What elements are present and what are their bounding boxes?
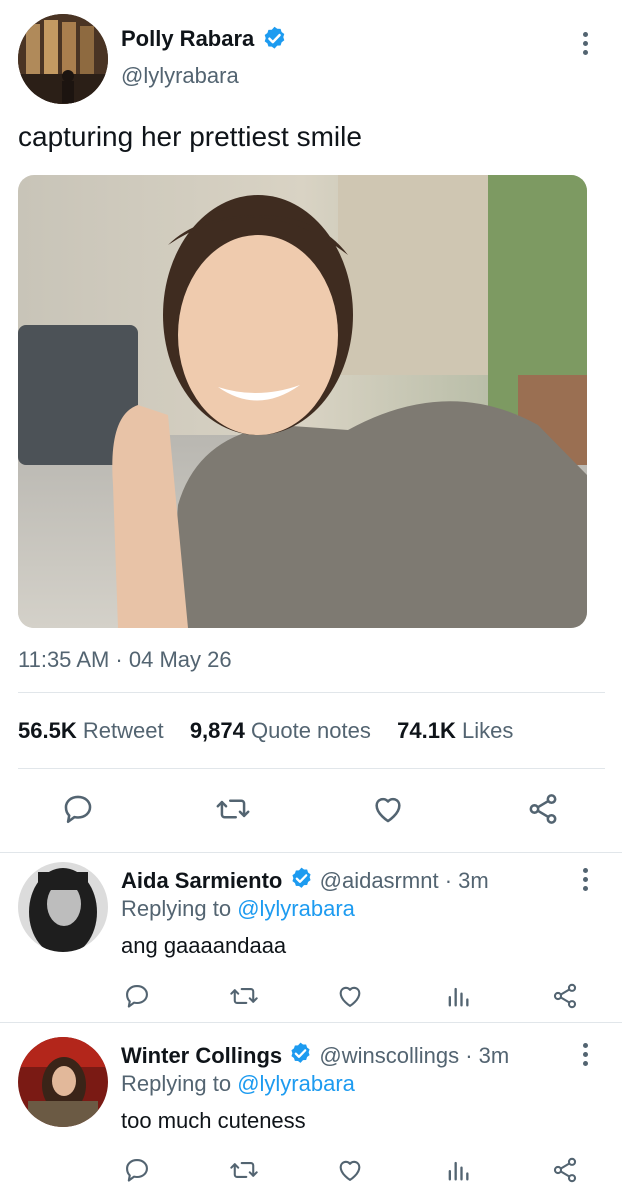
- share-icon[interactable]: [526, 792, 560, 826]
- reply-avatar[interactable]: [18, 1037, 108, 1127]
- reply-author-name[interactable]: Winter Collings: [121, 1043, 282, 1068]
- reply-author-handle[interactable]: @winscollings: [319, 1043, 459, 1068]
- retweets-label: Retweet: [82, 718, 164, 743]
- share-icon[interactable]: [551, 982, 579, 1010]
- quotes-stat[interactable]: 9,874 Quote notes: [190, 718, 377, 743]
- like-icon[interactable]: [371, 792, 405, 826]
- author-handle[interactable]: @lylyrabara: [121, 62, 239, 90]
- analytics-icon[interactable]: [444, 1156, 472, 1184]
- replying-to: Replying to @lylyrabara: [121, 1070, 355, 1098]
- replying-handle[interactable]: @lylyrabara: [237, 896, 355, 921]
- likes-label: Likes: [461, 718, 514, 743]
- likes-stat[interactable]: 74.1K Likes: [397, 718, 513, 743]
- retweet-icon[interactable]: [215, 792, 251, 826]
- like-icon[interactable]: [336, 982, 364, 1010]
- more-icon[interactable]: [582, 32, 588, 59]
- divider: [18, 768, 605, 769]
- more-icon[interactable]: [582, 868, 588, 895]
- quotes-count: 9,874: [189, 718, 245, 743]
- reply-text: too much cuteness: [121, 1108, 306, 1133]
- reply-icon[interactable]: [123, 982, 151, 1010]
- retweets-count: 56.5K: [18, 718, 77, 743]
- divider: [18, 692, 605, 693]
- reply-text: ang gaaaandaaa: [121, 933, 287, 958]
- tweet-timestamp[interactable]: 11:35 AM · 04 May 26: [18, 646, 232, 674]
- analytics-icon[interactable]: [444, 982, 472, 1010]
- like-icon[interactable]: [336, 1156, 364, 1184]
- divider: [0, 852, 622, 853]
- reply-time: · 3m: [465, 1042, 510, 1068]
- retweet-icon[interactable]: [229, 982, 259, 1010]
- reply-avatar[interactable]: [18, 862, 108, 952]
- reply-author-name[interactable]: Aida Sarmiento: [121, 868, 282, 893]
- retweet-icon[interactable]: [229, 1156, 259, 1184]
- replying-prefix: Replying to: [121, 1071, 232, 1096]
- verified-icon: [288, 1041, 313, 1073]
- divider: [0, 1022, 622, 1023]
- tweet-text: capturing her prettiest smile: [18, 121, 362, 152]
- tweet-photo[interactable]: [18, 175, 587, 628]
- reply-icon[interactable]: [61, 792, 95, 826]
- reply-icon[interactable]: [123, 1156, 151, 1184]
- author-name[interactable]: Polly Rabara: [121, 25, 254, 53]
- reply-header: Winter Collings @winscollings · 3m: [121, 1041, 509, 1073]
- replying-to: Replying to @lylyrabara: [121, 895, 355, 923]
- verified-icon: [261, 25, 288, 57]
- replying-prefix: Replying to: [121, 896, 232, 921]
- quotes-label: Quote notes: [251, 718, 371, 743]
- likes-count: 74.1K: [397, 718, 456, 743]
- reply-header: Aida Sarmiento @aidasrmnt · 3m: [121, 866, 489, 898]
- author-avatar[interactable]: [18, 14, 108, 104]
- reply-time: · 3m: [444, 867, 489, 893]
- verified-icon: [289, 866, 314, 898]
- reply-author-handle[interactable]: @aidasrmnt: [320, 868, 439, 893]
- replying-handle[interactable]: @lylyrabara: [237, 1071, 355, 1096]
- retweets-stat[interactable]: 56.5K Retweet: [18, 718, 170, 743]
- more-icon[interactable]: [582, 1043, 588, 1070]
- stats-row: 56.5K Retweet 9,874 Quote notes 74.1K Li…: [18, 717, 513, 745]
- share-icon[interactable]: [551, 1156, 579, 1184]
